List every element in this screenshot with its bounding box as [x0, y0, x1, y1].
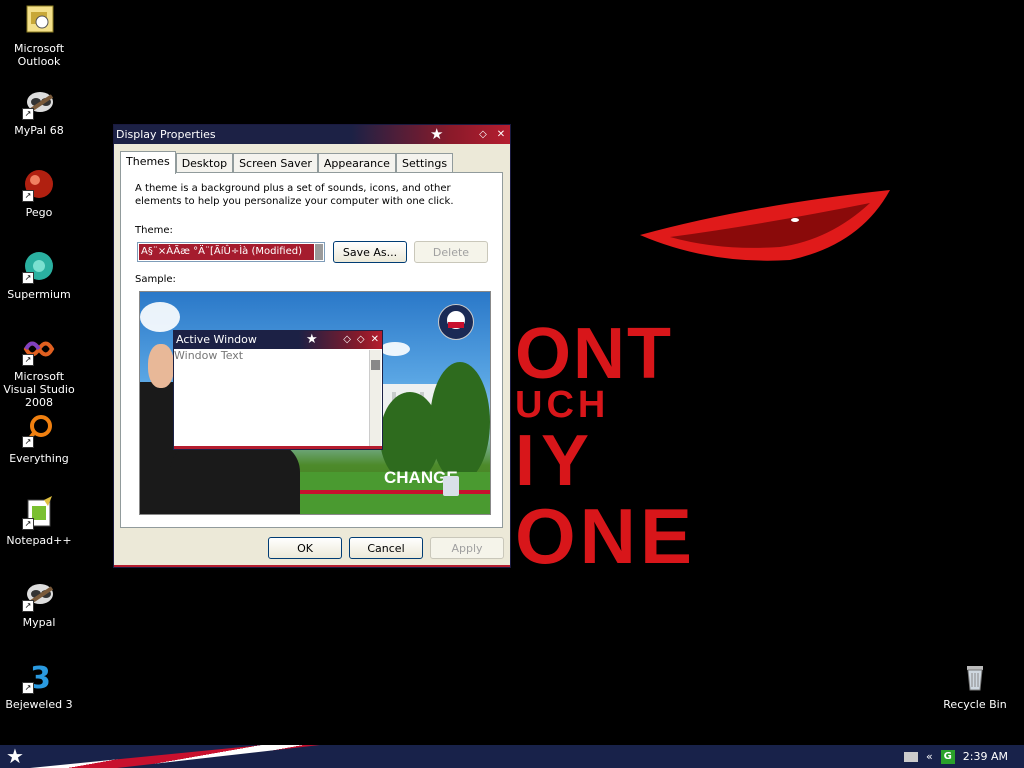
- star-icon: ★: [306, 332, 318, 347]
- help-button[interactable]: ◇: [476, 128, 490, 142]
- tab-desktop[interactable]: Desktop: [175, 153, 234, 173]
- cancel-button[interactable]: Cancel: [349, 537, 423, 559]
- sample-window-text: Window Text: [174, 349, 244, 362]
- mypal-icon: ↗: [22, 86, 56, 120]
- desktop-icon-label: Bejeweled 3: [5, 698, 73, 711]
- desktop-icon-label: Recycle Bin: [943, 698, 1007, 711]
- cloud: [140, 302, 180, 332]
- desktop-icon-everything[interactable]: ↗ Everything: [0, 414, 78, 465]
- tab-screen-saver[interactable]: Screen Saver: [233, 153, 318, 173]
- everything-icon: ↗: [22, 414, 56, 448]
- desktop-icon-mypal-68[interactable]: ↗ MyPal 68: [0, 86, 78, 137]
- notepad-plus-plus-icon: ↗: [22, 496, 56, 530]
- apply-button[interactable]: Apply: [430, 537, 504, 559]
- start-button[interactable]: ★: [6, 746, 24, 767]
- save-as-button[interactable]: Save As...: [333, 241, 407, 263]
- sample-label: Sample:: [135, 274, 176, 285]
- pego-icon: ↗: [22, 168, 56, 202]
- dropdown-arrow-icon[interactable]: [315, 244, 323, 260]
- recycle-bin-icon: [443, 476, 459, 496]
- desktop-icon-supermium[interactable]: ↗ Supermium: [0, 250, 78, 301]
- mypal-icon: ↗: [22, 578, 56, 612]
- theme-description: A theme is a background plus a set of so…: [135, 183, 454, 207]
- desktop-icon-label: MyPal 68: [14, 124, 64, 137]
- cloud: [380, 342, 410, 356]
- clock[interactable]: 2:39 AM: [963, 750, 1008, 763]
- person-face: [148, 344, 174, 388]
- person-silhouette: [170, 442, 300, 514]
- desktop-icon-outlook[interactable]: Microsoft Outlook: [0, 4, 78, 68]
- red-eye-graphic: [640, 190, 890, 261]
- desktop-icon-visual-studio[interactable]: ↗ Microsoft Visual Studio 2008: [0, 332, 78, 409]
- close-icon: ✕: [370, 334, 379, 345]
- sample-active-window-title: Active Window: [176, 333, 257, 346]
- theme-dropdown-value: A§¨×ÀÃæ °Ä¨[ÃíÛ÷Ìà (Modified): [139, 244, 314, 260]
- desktop-icon-bejeweled-3[interactable]: 3 ↗ Bejeweled 3: [0, 660, 78, 711]
- outlook-icon: [22, 4, 56, 38]
- desktop-icon-label: Microsoft Visual Studio 2008: [3, 370, 75, 409]
- supermium-icon: ↗: [22, 250, 56, 284]
- wallpaper-text-line-1: ONT: [515, 314, 673, 394]
- ok-button[interactable]: OK: [268, 537, 342, 559]
- desktop-icon-recycle-bin[interactable]: Recycle Bin: [936, 660, 1014, 711]
- sample-active-window-titlebar: Active Window ★ ◇ ◇ ✕: [174, 331, 382, 349]
- desktop-icon-label: Mypal: [22, 616, 56, 629]
- delete-button[interactable]: Delete: [414, 241, 488, 263]
- g-app-icon[interactable]: G: [940, 749, 955, 764]
- campaign-logo: [438, 304, 474, 340]
- system-tray: « G 2:39 AM: [904, 745, 1024, 768]
- theme-label: Theme:: [135, 225, 173, 236]
- desktop-icon-label: Notepad++: [6, 534, 72, 547]
- wallpaper-text-line-3: IY: [515, 421, 596, 501]
- desktop-icon-pego[interactable]: ↗ Pego: [0, 168, 78, 219]
- close-button[interactable]: ✕: [494, 128, 508, 142]
- keyboard-icon[interactable]: [904, 751, 919, 762]
- chevron-icon[interactable]: «: [926, 750, 933, 763]
- theme-sample-preview: CHANGE Active Window ★ ◇ ◇ ✕ Window Text: [139, 291, 491, 515]
- window-titlebar[interactable]: Display Properties ★ ◇ ✕: [114, 125, 510, 144]
- desktop-icon-label: Everything: [9, 452, 69, 465]
- desktop-icon-notepad-plus-plus[interactable]: ↗ Notepad++: [0, 496, 78, 547]
- sample-scrollbar: [369, 350, 381, 448]
- flag-graphic: [30, 745, 320, 768]
- tab-strip: Themes Desktop Screen Saver Appearance S…: [120, 151, 454, 174]
- desktop-icon-label: Supermium: [7, 288, 71, 301]
- taskbar: ★ « G 2:39 AM: [0, 745, 1024, 768]
- bejeweled-icon: 3 ↗: [22, 660, 56, 696]
- maximize-icon: ◇: [356, 334, 365, 345]
- desktop-icon-label: Pego: [25, 206, 53, 219]
- themes-panel: A theme is a background plus a set of so…: [120, 172, 503, 528]
- tab-settings[interactable]: Settings: [395, 153, 454, 173]
- wallpaper-text-line-4: ONE: [515, 492, 697, 580]
- tab-appearance[interactable]: Appearance: [317, 153, 396, 173]
- display-properties-window[interactable]: Display Properties ★ ◇ ✕ Themes Desktop …: [113, 124, 511, 568]
- desktop-icon-mypal[interactable]: ↗ Mypal: [0, 578, 78, 629]
- help-icon: ◇: [343, 334, 351, 345]
- tab-themes[interactable]: Themes: [120, 151, 176, 174]
- window-title: Display Properties: [116, 128, 216, 141]
- star-icon: ★: [430, 125, 444, 143]
- theme-dropdown[interactable]: A§¨×ÀÃæ °Ä¨[ÃíÛ÷Ìà (Modified): [137, 242, 325, 262]
- wallpaper-text-line-2: UCH: [515, 384, 610, 426]
- tree: [430, 362, 490, 482]
- visual-studio-icon: ↗: [22, 332, 56, 366]
- desktop-icon-label: Microsoft Outlook: [13, 42, 65, 68]
- recycle-bin-icon: [958, 660, 992, 694]
- sample-active-window: Active Window ★ ◇ ◇ ✕ Window Text: [173, 330, 383, 450]
